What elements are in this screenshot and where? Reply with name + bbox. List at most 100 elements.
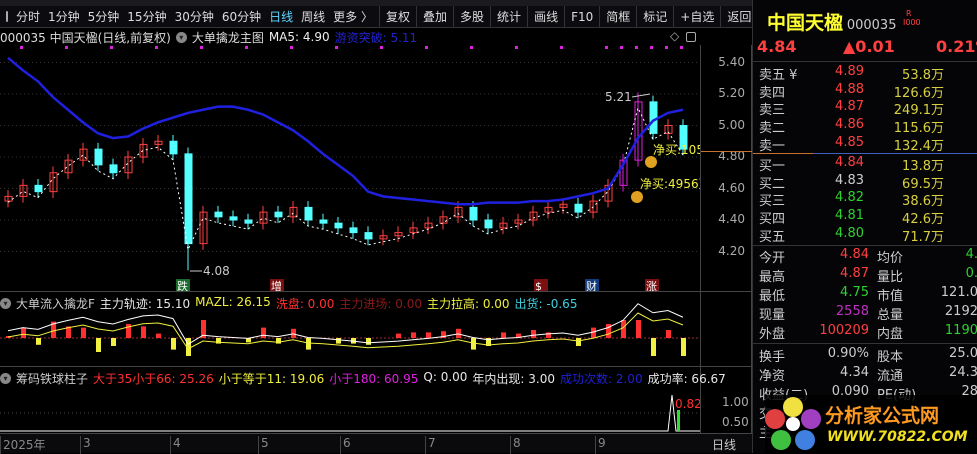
candlestick (364, 226, 373, 246)
row-price: 4.75 (840, 285, 869, 300)
row-volume: 126.6万 (893, 85, 944, 101)
time-axis: 日线 2025年 3 4 5 6 7 8 9 (0, 433, 752, 454)
candlestick (4, 190, 13, 208)
toolbar-button[interactable]: 返回 (723, 8, 755, 25)
candlestick (244, 213, 253, 230)
quote-panel: 中国天楹 000035 R I000 4.84 ▲0.01 0.21% 卖五 ¥… (752, 0, 977, 453)
watermark-logo: 分析家公式网 WWW.70822.COM (765, 395, 977, 453)
row-price: 4.84 (840, 247, 869, 262)
panel3-name[interactable]: 筹码铁球柱子 (16, 370, 88, 387)
row-label: 现量 (759, 308, 786, 323)
time-label: 3 (80, 436, 91, 454)
row-label: 今开 (759, 251, 786, 266)
order-book-row: 今开 4.84 4. 均价 (759, 247, 977, 266)
panel2-value: 主力进场: 0.00 (339, 297, 422, 311)
price-tick: 4.20 (718, 243, 745, 258)
stock-name: 中国天楹 (767, 12, 844, 34)
row-volume: 121.0 (940, 285, 977, 300)
flow-bar (276, 338, 281, 344)
candlestick (379, 229, 388, 246)
row-label: 最高 (759, 270, 786, 285)
flow-bar (291, 328, 296, 338)
row-volume: 13.8万 (902, 159, 944, 174)
row-volume: 24.3 (949, 365, 977, 380)
flow-bar (366, 338, 371, 345)
candlestick (214, 205, 223, 224)
candlestick (544, 201, 553, 219)
row-price: 2558 (835, 304, 869, 319)
signal-dot (605, 46, 608, 49)
row-label: 卖三 (759, 103, 786, 119)
panel2-name[interactable]: 大单流入擒龙F (16, 295, 95, 312)
signal-dot (665, 46, 668, 49)
flow-bar (456, 328, 461, 338)
signal-dot (65, 46, 68, 49)
indicator-dropdown-icon[interactable]: ▾ (0, 373, 11, 384)
row-label2: 流通 (877, 369, 904, 384)
signal-dot (620, 46, 623, 49)
candlestick (649, 95, 658, 140)
panel3-value: Q: 0.00 (423, 370, 468, 384)
row-price: 4.86 (835, 117, 864, 133)
flow-bar (411, 332, 416, 338)
high-label: 5.21 (605, 90, 632, 104)
flow-bar (306, 338, 311, 350)
row-price: 0.90% (827, 346, 869, 361)
price-tick: 5.00 (718, 117, 745, 132)
watermark-url: WWW.70822.COM (827, 429, 968, 445)
panel3-value: 成功率: 66.67 (647, 372, 726, 386)
candlestick (274, 205, 283, 224)
flower-logo-icon (765, 397, 821, 450)
candlestick (64, 153, 73, 180)
candlestick (229, 210, 238, 227)
flow-bar (156, 333, 161, 338)
main-chart-svg[interactable]: 5.214.08净买:4956万净买:1054跌增$财涨 (0, 0, 700, 433)
row-volume: 0. (965, 266, 977, 281)
period-label: 日线 (712, 438, 737, 452)
row-price: 4.87 (835, 99, 864, 115)
row-volume: 132.4万 (893, 138, 944, 154)
candlestick (304, 201, 313, 227)
panel3-value: 年内出现: 3.00 (472, 372, 555, 386)
flow-bar (111, 338, 116, 346)
row-price: 4.82 (835, 190, 864, 206)
flow-bar (336, 338, 341, 344)
candlestick (424, 216, 433, 235)
candlestick (259, 205, 268, 230)
order-book-row: 最高 4.87 0. 量比 (759, 266, 977, 285)
flow-bar (81, 327, 86, 338)
candlestick (499, 216, 508, 235)
money-bag-icon (645, 156, 657, 168)
flow-bar (261, 327, 266, 338)
badge-r: R (906, 9, 912, 18)
order-book-row: 买三 4.82 38.6万 (759, 190, 974, 209)
watermark-name: 分析家公式网 (825, 405, 940, 427)
candlestick (199, 205, 208, 250)
candlestick (334, 216, 343, 235)
row-price: 4.84 (835, 155, 864, 170)
chip-bar (677, 410, 680, 431)
signal-dot (200, 46, 203, 49)
row-label: 换手 (759, 350, 786, 365)
signal-dot (515, 46, 518, 49)
ma-line (7, 56, 684, 206)
panel3-header: ▾ 筹码铁球柱子 大于35小于66: 25.26 小于等于11: 19.06 小于1… (0, 370, 726, 387)
row-label: 最低 (759, 289, 786, 304)
row-label: 净资 (759, 369, 786, 384)
row-volume: 25.0 (949, 346, 977, 361)
panel2-value: 洗盘: 0.00 (275, 297, 335, 311)
row-volume: 4. (965, 247, 977, 262)
low-label: 4.08 (203, 264, 230, 278)
panel3-value: 小于等于11: 19.06 (218, 372, 325, 386)
panel3-value: 小于180: 60.95 (329, 372, 419, 386)
order-book-row: 卖四 4.88 126.6万 (759, 82, 974, 101)
flow-bar (426, 332, 431, 338)
signal-dot (245, 46, 248, 49)
panel2-value: 主力拉高: 0.00 (426, 297, 510, 311)
flow-bar (96, 338, 101, 352)
signal-dot (335, 46, 338, 49)
indicator-dropdown-icon[interactable]: ▾ (0, 298, 11, 309)
order-book-row: 净资 4.34 24.3 流通 (759, 365, 977, 384)
current-price-marker (701, 150, 753, 152)
candlestick (289, 201, 298, 224)
